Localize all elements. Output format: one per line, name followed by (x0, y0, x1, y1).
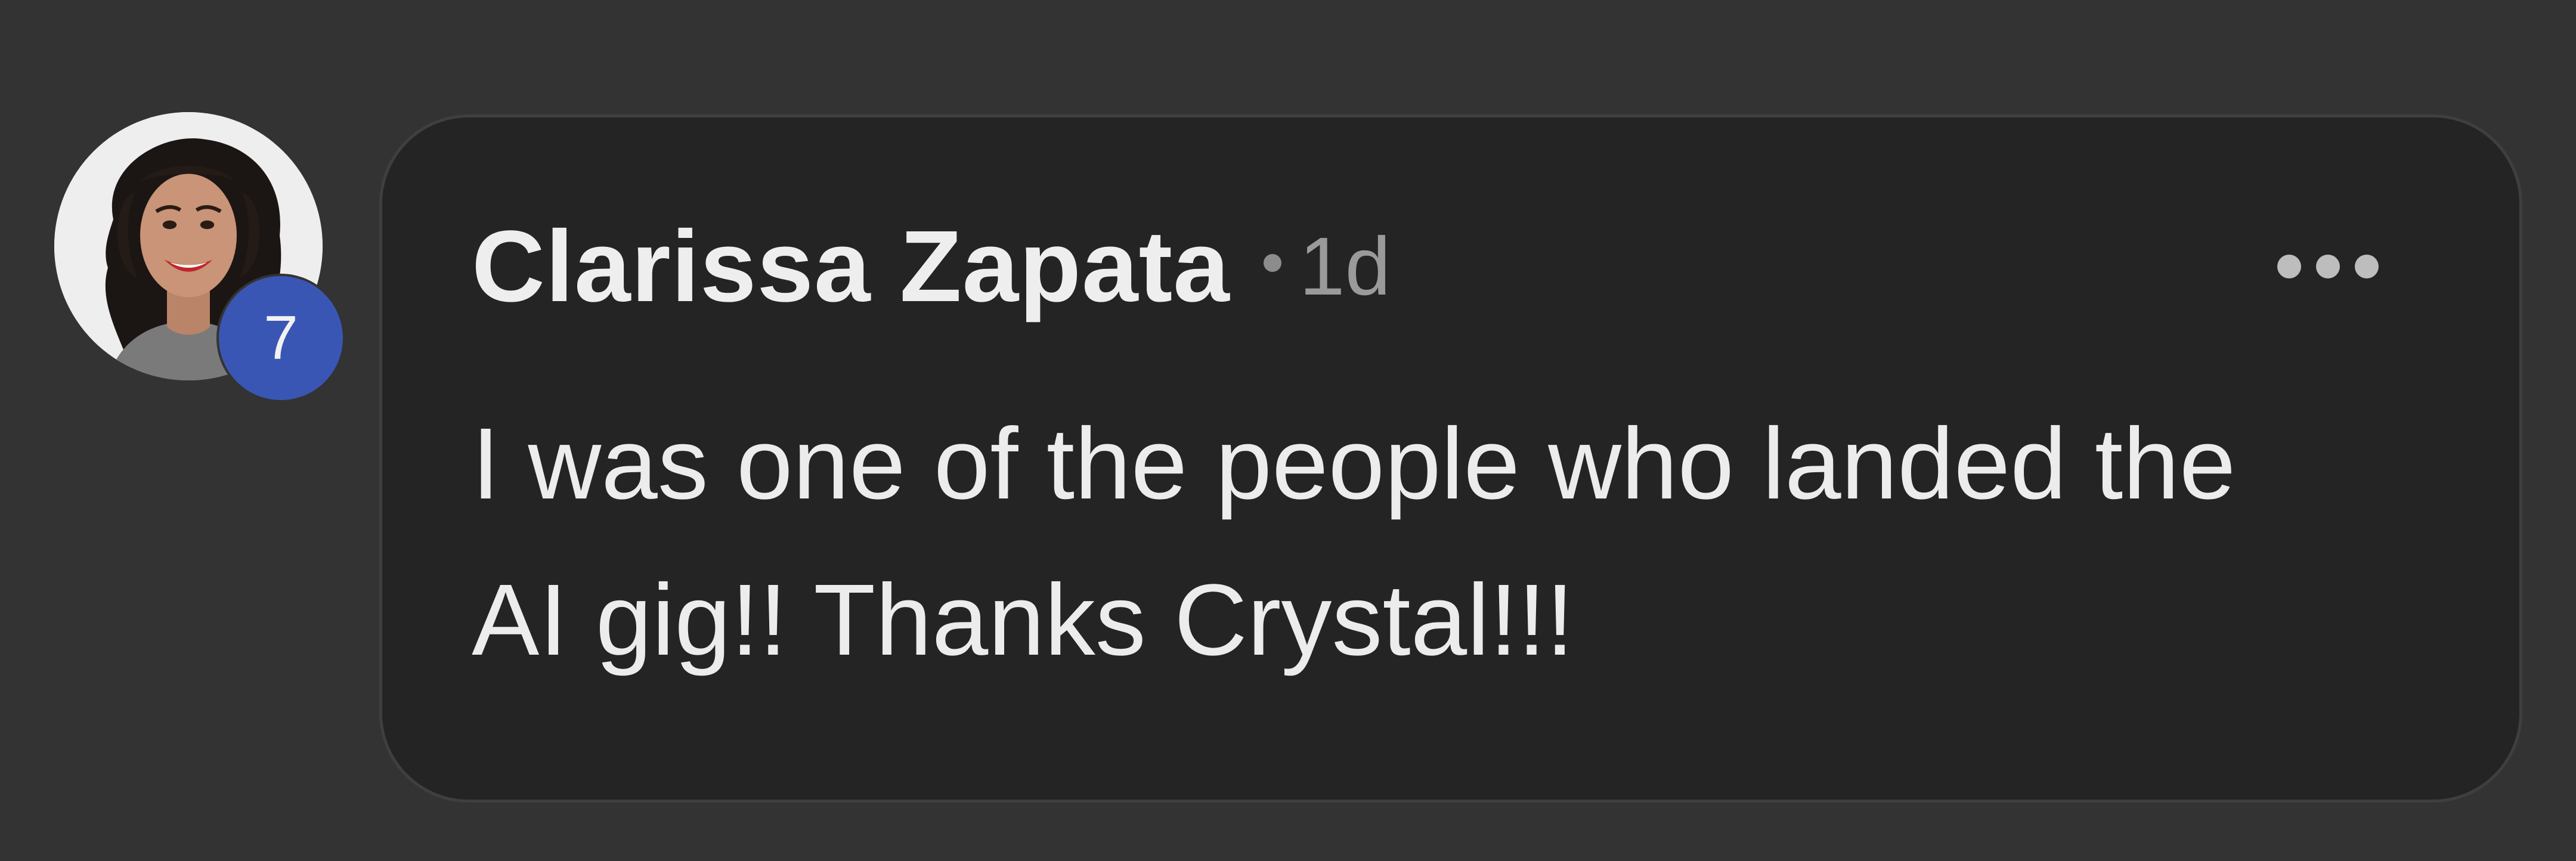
comment-thread: 7 Clarissa Zapata 1d I was one of the pe… (0, 0, 2576, 861)
more-horizontal-icon-dot-3 (2355, 255, 2379, 278)
more-horizontal-icon-dot-2 (2316, 255, 2340, 278)
comment-header: Clarissa Zapata 1d (472, 210, 1391, 323)
author-name[interactable]: Clarissa Zapata (472, 208, 1230, 325)
separator-dot-icon (1263, 254, 1281, 272)
more-options-button[interactable] (2277, 249, 2379, 284)
avatar-container[interactable]: 7 (54, 112, 343, 400)
comment-bubble: Clarissa Zapata 1d I was one of the peop… (379, 114, 2522, 803)
more-horizontal-icon (2277, 255, 2301, 278)
comment-timestamp[interactable]: 1d (1299, 219, 1391, 314)
comment-text: I was one of the people who landed the A… (472, 407, 2236, 677)
avatar-badge: 7 (219, 276, 343, 400)
badge-count: 7 (264, 303, 298, 373)
